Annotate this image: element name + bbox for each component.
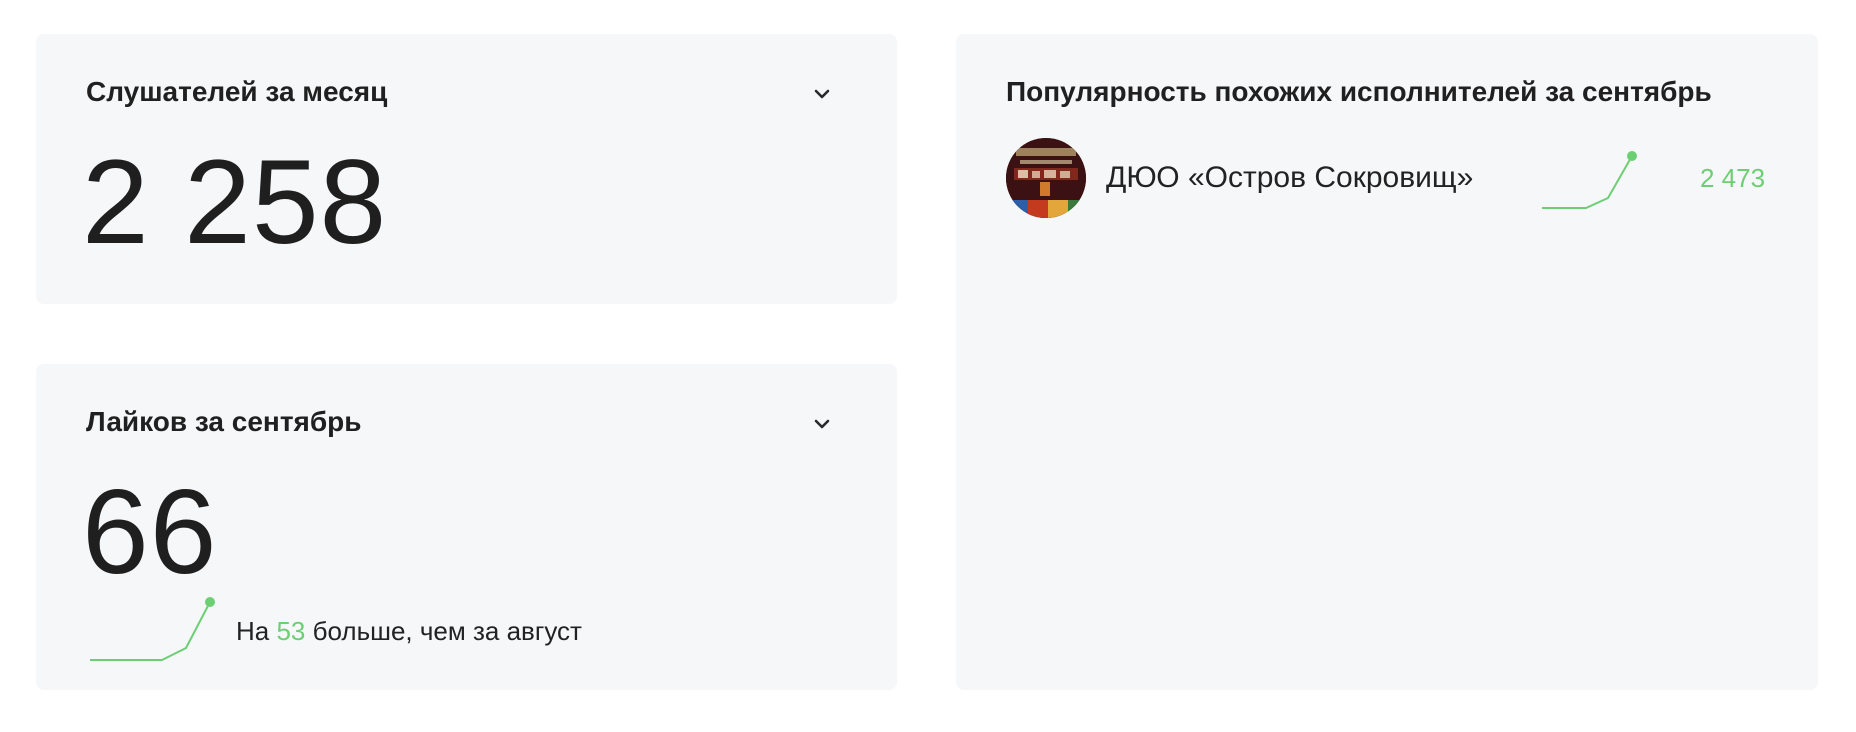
listeners-count: 2 258 [82,135,388,269]
list-item[interactable]: ДЮО «Остров Сокровищ» [1006,138,1473,218]
artist-name[interactable]: ДЮО «Остров Сокровищ» [1106,161,1473,195]
likes-count: 66 [82,465,218,599]
comparison-prefix: На [236,616,277,646]
listeners-card: Слушателей за месяц 2 258 [36,34,897,304]
comparison-suffix: больше, чем за август [305,616,582,646]
likes-trend-sparkline [90,597,215,661]
artist-value: 2 473 [1700,163,1766,193]
artist-avatar [1006,138,1086,218]
artist-trend-sparkline [1542,151,1637,209]
comparison-delta: 53 [276,616,306,646]
listeners-card-title: Слушателей за месяц [86,76,388,107]
similar-artists-card: Популярность похожих исполнителей за сен… [956,34,1818,690]
likes-card: Лайков за сентябрь 66 На 53 больше, чем … [36,364,897,690]
chevron-down-icon[interactable] [811,413,833,435]
likes-card-title: Лайков за сентябрь [86,406,362,437]
likes-comparison-text: На 53 больше, чем за август [236,616,582,647]
chevron-down-icon[interactable] [811,83,833,105]
similar-artists-card-title: Популярность похожих исполнителей за сен… [1006,76,1712,107]
